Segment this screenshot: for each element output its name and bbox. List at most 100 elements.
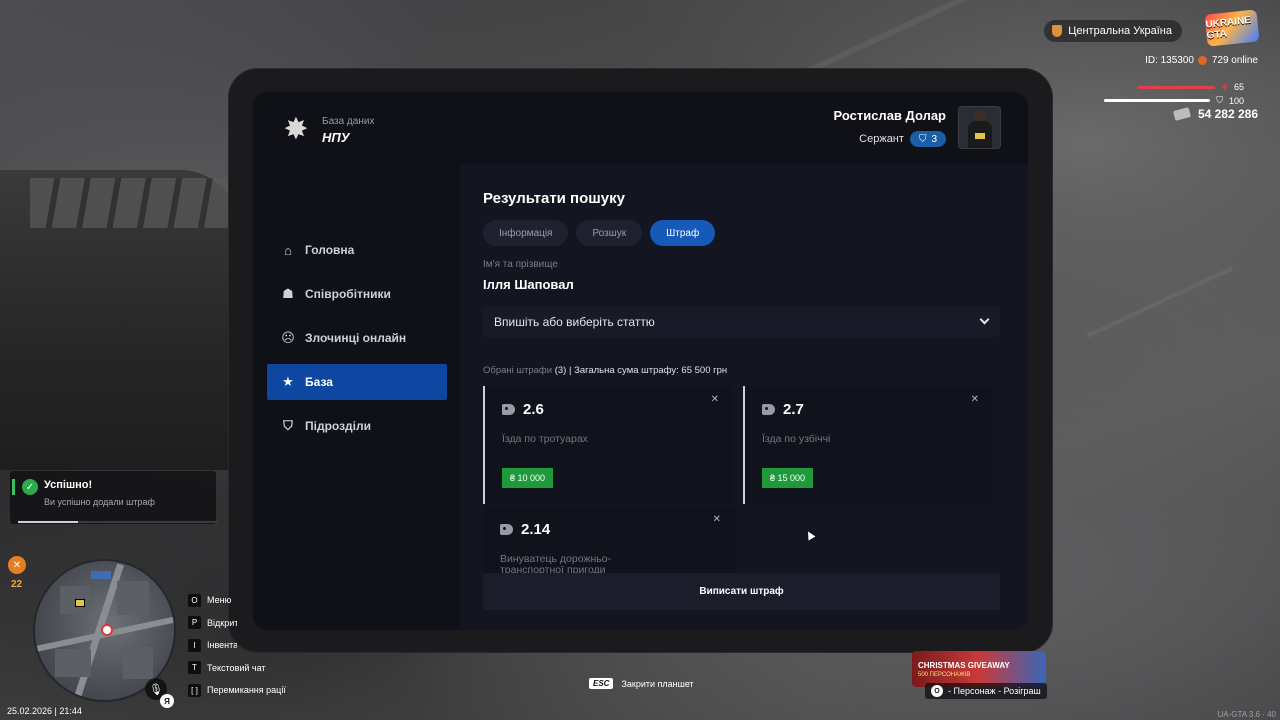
sidebar-item-label: Підрозділи	[305, 419, 371, 433]
promo-subtitle: 500 ПЕРСОНАЖІВ	[918, 671, 971, 678]
region-indicator: Центральна Україна	[1044, 20, 1182, 42]
keybind-row: O Меню	[188, 589, 286, 612]
keybind-row: [ ] Перемикання рації	[188, 679, 286, 702]
region-label: Центральна Україна	[1068, 25, 1172, 37]
region-marker-icon	[1052, 25, 1063, 37]
sidebar-item-label: Злочинці онлайн	[305, 331, 407, 345]
esc-key[interactable]: ESC	[589, 678, 614, 689]
fine-code: 2.14	[521, 521, 551, 538]
money-display: 54 282 286	[1172, 107, 1258, 121]
summary-total: Загальна сума штрафу: 65 500 грн	[574, 365, 728, 376]
sidebar-item-2[interactable]: ☹ Злочинці онлайн	[267, 320, 447, 356]
issue-fine-button[interactable]: Виписати штраф	[483, 573, 1000, 610]
criminal-icon: ☹	[281, 330, 295, 345]
map-vehicle-icon	[75, 599, 85, 607]
server-logo: UKRAINE GTA	[1204, 9, 1260, 47]
fine-price-badge: ₴ 15 000	[762, 468, 814, 488]
language-indicator: Я	[160, 694, 174, 708]
summary-separator: |	[566, 365, 575, 376]
armor-bar	[1104, 99, 1211, 102]
background-road-mark	[1086, 266, 1234, 338]
keybind-label: Текстовий чат	[207, 662, 266, 673]
promo-banner[interactable]: CHRISTMAS GIVEAWAY 500 ПЕРСОНАЖІВ	[912, 651, 1046, 687]
page-title: Результати пошуку	[483, 190, 625, 207]
chevron-down-icon	[979, 314, 990, 325]
promo-label: - Персонаж - Розіграш	[948, 686, 1041, 696]
player-marker-icon	[101, 624, 113, 636]
person-name: Ілля Шаповал	[483, 277, 574, 292]
logo-title: НПУ	[322, 129, 350, 145]
date-time: 25.02.2026 | 21:44	[7, 706, 82, 716]
sidebar-item-1[interactable]: ☗ Співробітники	[267, 276, 447, 312]
esc-hint: ESC Закрити планшет	[589, 678, 694, 689]
health-icon: +	[1220, 80, 1228, 94]
sidebar-item-3[interactable]: ★ База	[267, 364, 447, 400]
key-cap: P	[188, 616, 201, 630]
sidebar-item-4[interactable]: ⛉ Підрозділи	[267, 408, 447, 444]
food-value: 22	[11, 579, 23, 590]
toast-accent	[12, 479, 15, 495]
fine-code: 2.6	[523, 401, 544, 418]
sidebar-item-label: Співробітники	[305, 287, 391, 301]
food-icon: ✕	[8, 556, 26, 574]
health-bar	[1136, 85, 1215, 89]
toast-progress	[18, 521, 218, 523]
fine-price-badge: ₴ 10 000	[502, 468, 554, 488]
fine-card: 2.6 Їзда по тротуарах ₴ 10 000 ✕	[483, 386, 733, 504]
star-icon: ★	[282, 374, 294, 389]
summary-prefix: Обрані штрафи	[483, 365, 553, 376]
money-value: 54 282 286	[1197, 107, 1258, 121]
close-icon[interactable]: ✕	[711, 394, 719, 405]
close-icon[interactable]: ✕	[713, 514, 721, 525]
player-id: ID: 135300	[1145, 55, 1194, 66]
check-icon: ✓	[22, 479, 38, 495]
armor-row: ⛉ 100	[1104, 95, 1244, 106]
keybind-label: Меню	[207, 595, 232, 606]
tab-2[interactable]: Штраф	[650, 220, 716, 246]
keybind-label: Перемикання рації	[207, 685, 286, 696]
online-icon	[1197, 56, 1207, 65]
health-value: 65	[1233, 82, 1244, 92]
armor-icon: ⛉	[1216, 95, 1223, 105]
success-toast: ✓ Успішно! Ви успішно додали штраф	[10, 471, 218, 524]
fine-description: Їзда по тротуарах	[502, 433, 588, 445]
tab-1[interactable]: Розшук	[576, 220, 643, 246]
promo-hint: O - Персонаж - Розіграш	[925, 683, 1047, 699]
logo-subtitle: База даних	[322, 115, 375, 127]
toast-title: Успішно!	[44, 479, 93, 491]
version-label: UA-GTA 3.6 · 40	[1217, 710, 1276, 719]
sidebar-nav: ⌂ Головна ☗ Співробітники ☹ Злочинці онлайн ★ Б…	[267, 232, 447, 452]
map-water	[91, 571, 111, 579]
promo-title: CHRISTMAS GIVEAWAY	[918, 660, 1010, 670]
article-select[interactable]: Впишіть або виберіть статтю	[483, 306, 1000, 337]
rank-level-badge: ⛉ 3	[909, 131, 946, 147]
key-cap: I	[188, 638, 201, 652]
cash-icon	[1172, 107, 1191, 121]
tab-0[interactable]: Інформація	[483, 220, 569, 246]
staff-icon: ☗	[282, 286, 294, 301]
online-count: 729 online	[1197, 55, 1258, 66]
officer-rank: Сержант	[859, 133, 904, 145]
sidebar-item-0[interactable]: ⌂ Головна	[267, 232, 447, 268]
keybind-row: T Текстовий чат	[188, 657, 286, 680]
online-label: 729 online	[1211, 55, 1258, 66]
key-cap: O	[188, 593, 201, 607]
toast-progress-fill	[18, 521, 78, 523]
keybind-label: Інвентар	[207, 640, 237, 651]
background-vehicle-detail	[30, 178, 230, 228]
police-database-tablet: ✸ База даних НПУ Ростислав Долар Сержант…	[253, 92, 1028, 630]
close-icon[interactable]: ✕	[971, 394, 979, 405]
promo-key[interactable]: O	[931, 685, 943, 697]
keybind-row: I Інвентар	[188, 634, 286, 657]
officer-profile: Ростислав Долар Сержант ⛉ 3	[834, 106, 1001, 149]
sidebar-item-label: Головна	[305, 243, 355, 257]
fine-code: 2.7	[783, 401, 804, 418]
home-icon: ⌂	[284, 242, 292, 258]
esc-label: Закрити планшет	[621, 678, 694, 689]
summary-count: (3)	[554, 365, 567, 376]
rank-level: 3	[931, 133, 937, 145]
npu-logo: ✸ База даних НПУ	[280, 114, 374, 146]
fine-description: Винуватець дорожньо-транспортної пригоди	[500, 553, 612, 574]
result-tabs: Інформація Розшук Штраф	[483, 220, 716, 246]
fine-card: 2.7 Їзда по узбіччі ₴ 15 000 ✕	[743, 386, 993, 504]
